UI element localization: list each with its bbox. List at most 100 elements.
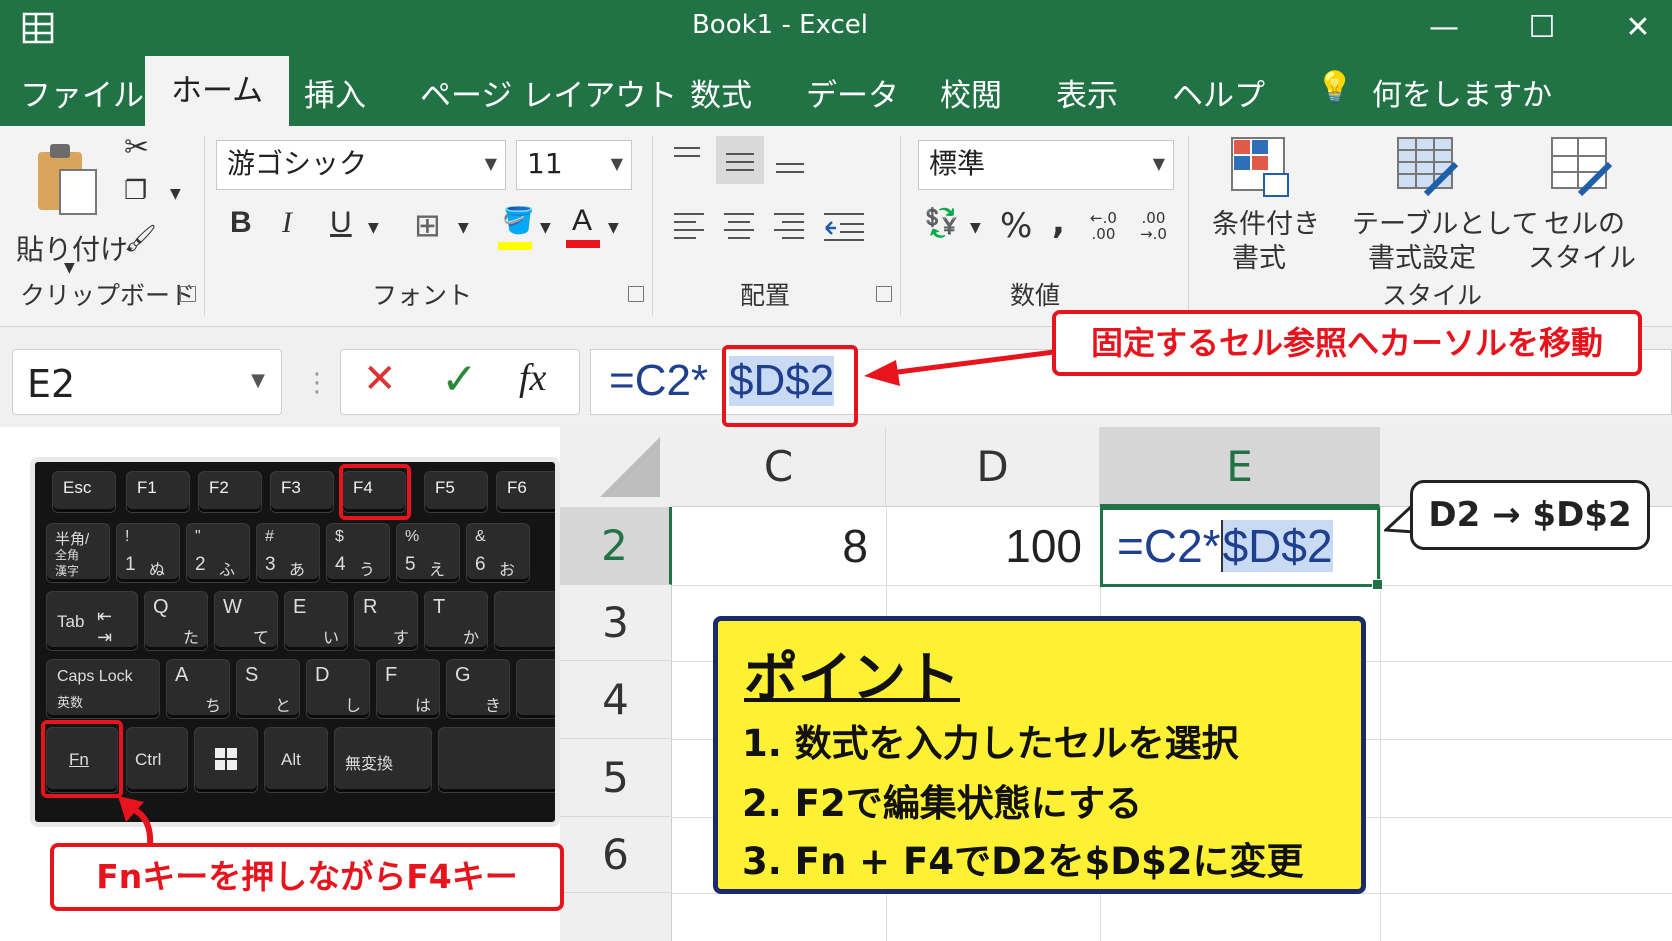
- cancel-icon[interactable]: ✕: [363, 356, 397, 402]
- move-cursor-callout: 固定するセル参照へカーソルを移動: [1052, 310, 1642, 376]
- fill-color-icon[interactable]: 🪣: [498, 206, 534, 250]
- key-label: 6: [475, 554, 486, 575]
- key-label: Ctrl: [135, 750, 162, 769]
- number-group-label: 数値: [1010, 281, 1061, 310]
- insert-function-icon[interactable]: fx: [519, 356, 546, 400]
- tab-page-layout[interactable]: ページ レイアウト: [420, 70, 677, 115]
- cell-styles-button[interactable]: セルの スタイル: [1524, 132, 1654, 274]
- chevron-down-icon[interactable]: ▼: [970, 220, 981, 236]
- point-item-2: 2. F2で編集状態にする: [742, 782, 1143, 825]
- chevron-down-icon[interactable]: ▼: [368, 220, 379, 236]
- key-f6: F6: [497, 472, 555, 512]
- key-windows: [195, 728, 257, 792]
- tab-formulas[interactable]: 数式: [690, 70, 752, 115]
- dialog-launcher-icon[interactable]: [876, 286, 892, 302]
- chevron-down-icon[interactable]: ▼: [458, 220, 469, 236]
- scissors-icon[interactable]: ✂: [124, 130, 149, 165]
- chevron-down-icon[interactable]: ▼: [608, 220, 619, 236]
- underline-button[interactable]: U: [330, 206, 352, 240]
- tell-me-search[interactable]: 何をしますか: [1372, 70, 1552, 114]
- tab-help[interactable]: ヘルプ: [1172, 70, 1265, 115]
- formula-buttons: ✕ ✓ fx: [340, 349, 580, 415]
- key-label: %: [405, 528, 420, 545]
- lightbulb-icon[interactable]: 💡: [1316, 70, 1353, 105]
- clipboard-group-label: クリップボード: [20, 281, 196, 310]
- key-q: Q た: [145, 592, 207, 650]
- percent-button[interactable]: %: [1000, 206, 1032, 246]
- row-header-7[interactable]: [560, 893, 672, 941]
- chevron-down-icon[interactable]: ▼: [540, 220, 551, 236]
- name-box[interactable]: E2 ▼: [12, 349, 282, 415]
- format-as-table-button[interactable]: テーブルとして 書式設定: [1348, 132, 1539, 274]
- alignment-group-label: 配置: [740, 281, 791, 310]
- windows-logo-icon: [215, 748, 237, 770]
- font-name-select[interactable]: 游ゴシック ▼: [216, 140, 506, 190]
- cell-e2-formula: =C2*: [1117, 520, 1221, 572]
- enter-icon[interactable]: ✓: [441, 354, 478, 405]
- key-label: え: [429, 562, 446, 579]
- keyboard-image: Esc F1 F2 F3 F 4 F5 F6 半角/ 全角 漢字 ! 1 ぬ " …: [30, 457, 560, 827]
- tab-view[interactable]: 表示: [1056, 70, 1118, 115]
- number-format-select[interactable]: 標準 ▼: [918, 140, 1174, 190]
- chevron-down-icon: ▼: [484, 154, 497, 173]
- row-header-3[interactable]: 3: [560, 585, 672, 661]
- copy-icon[interactable]: ❐: [124, 176, 147, 206]
- cell-d2[interactable]: 100: [886, 507, 1100, 585]
- tab-file[interactable]: ファイル: [20, 70, 144, 115]
- cell-e2[interactable]: =C2*$D$2: [1100, 507, 1383, 590]
- tab-home[interactable]: ホーム: [145, 56, 290, 126]
- paste-button[interactable]: 貼り付け ▼: [14, 136, 128, 276]
- key-label: Q: [153, 596, 169, 618]
- column-header-c[interactable]: C: [672, 427, 886, 507]
- tab-review[interactable]: 校閲: [940, 70, 1002, 115]
- comma-button[interactable]: ,: [1052, 202, 1065, 242]
- row-header-2[interactable]: 2: [560, 507, 672, 585]
- format-painter-icon[interactable]: 🖌: [124, 224, 157, 254]
- bold-button[interactable]: B: [230, 206, 252, 240]
- tab-data[interactable]: データ: [806, 70, 899, 115]
- minimize-button[interactable]: —: [1424, 8, 1464, 48]
- row-header-6[interactable]: 6: [560, 817, 672, 893]
- alignment-icons[interactable]: [664, 134, 884, 264]
- row-header-4[interactable]: 4: [560, 661, 672, 739]
- chevron-down-icon[interactable]: ▼: [170, 186, 181, 202]
- key-label: F1: [137, 478, 157, 497]
- chevron-down-icon[interactable]: ▼: [251, 370, 265, 391]
- tab-insert[interactable]: 挿入: [304, 70, 366, 115]
- fill-handle[interactable]: [1372, 579, 1383, 590]
- key-y: [495, 592, 555, 650]
- group-divider: [1188, 136, 1189, 316]
- conditional-formatting-button[interactable]: 条件付き 書式: [1204, 132, 1324, 274]
- number-format-value: 標準: [929, 147, 986, 180]
- key-label: 5: [405, 554, 416, 575]
- dialog-launcher-icon[interactable]: [628, 286, 644, 302]
- key-g: G き: [447, 660, 509, 718]
- italic-button[interactable]: I: [282, 206, 292, 240]
- key-label: 英数: [57, 695, 84, 710]
- close-button[interactable]: ✕: [1618, 8, 1658, 48]
- key-label: $: [335, 528, 344, 545]
- font-color-icon[interactable]: A: [566, 204, 602, 250]
- increase-decimal-icon[interactable]: ←.0.00: [1090, 210, 1117, 242]
- accounting-format-icon[interactable]: 💱: [924, 206, 959, 239]
- dialog-launcher-icon[interactable]: [180, 286, 196, 302]
- key-hankaku: 半角/ 全角 漢字: [47, 524, 109, 582]
- key-label: F5: [435, 478, 455, 497]
- column-header-e[interactable]: E: [1100, 427, 1380, 507]
- cell-c2[interactable]: 8: [672, 507, 886, 585]
- key-label: お: [499, 562, 516, 579]
- d2-change-bubble: D2 → $D$2: [1410, 480, 1650, 550]
- font-size-select[interactable]: 11 ▼: [516, 140, 632, 190]
- point-item-1: 1. 数式を入力したセルを選択: [742, 722, 1239, 765]
- key-6: & 6 お: [467, 524, 529, 582]
- column-header-d[interactable]: D: [886, 427, 1100, 507]
- decrease-decimal-icon[interactable]: .00 →.0: [1140, 210, 1167, 242]
- borders-icon[interactable]: ⊞: [414, 206, 441, 244]
- maximize-button[interactable]: ☐: [1522, 8, 1562, 48]
- key-f: F は: [377, 660, 439, 718]
- title-bar: Book1 - Excel — ☐ ✕: [0, 0, 1672, 56]
- key-label: う: [359, 562, 376, 579]
- key-label: E: [293, 596, 307, 618]
- row-header-5[interactable]: 5: [560, 739, 672, 817]
- select-all-corner[interactable]: [560, 427, 672, 507]
